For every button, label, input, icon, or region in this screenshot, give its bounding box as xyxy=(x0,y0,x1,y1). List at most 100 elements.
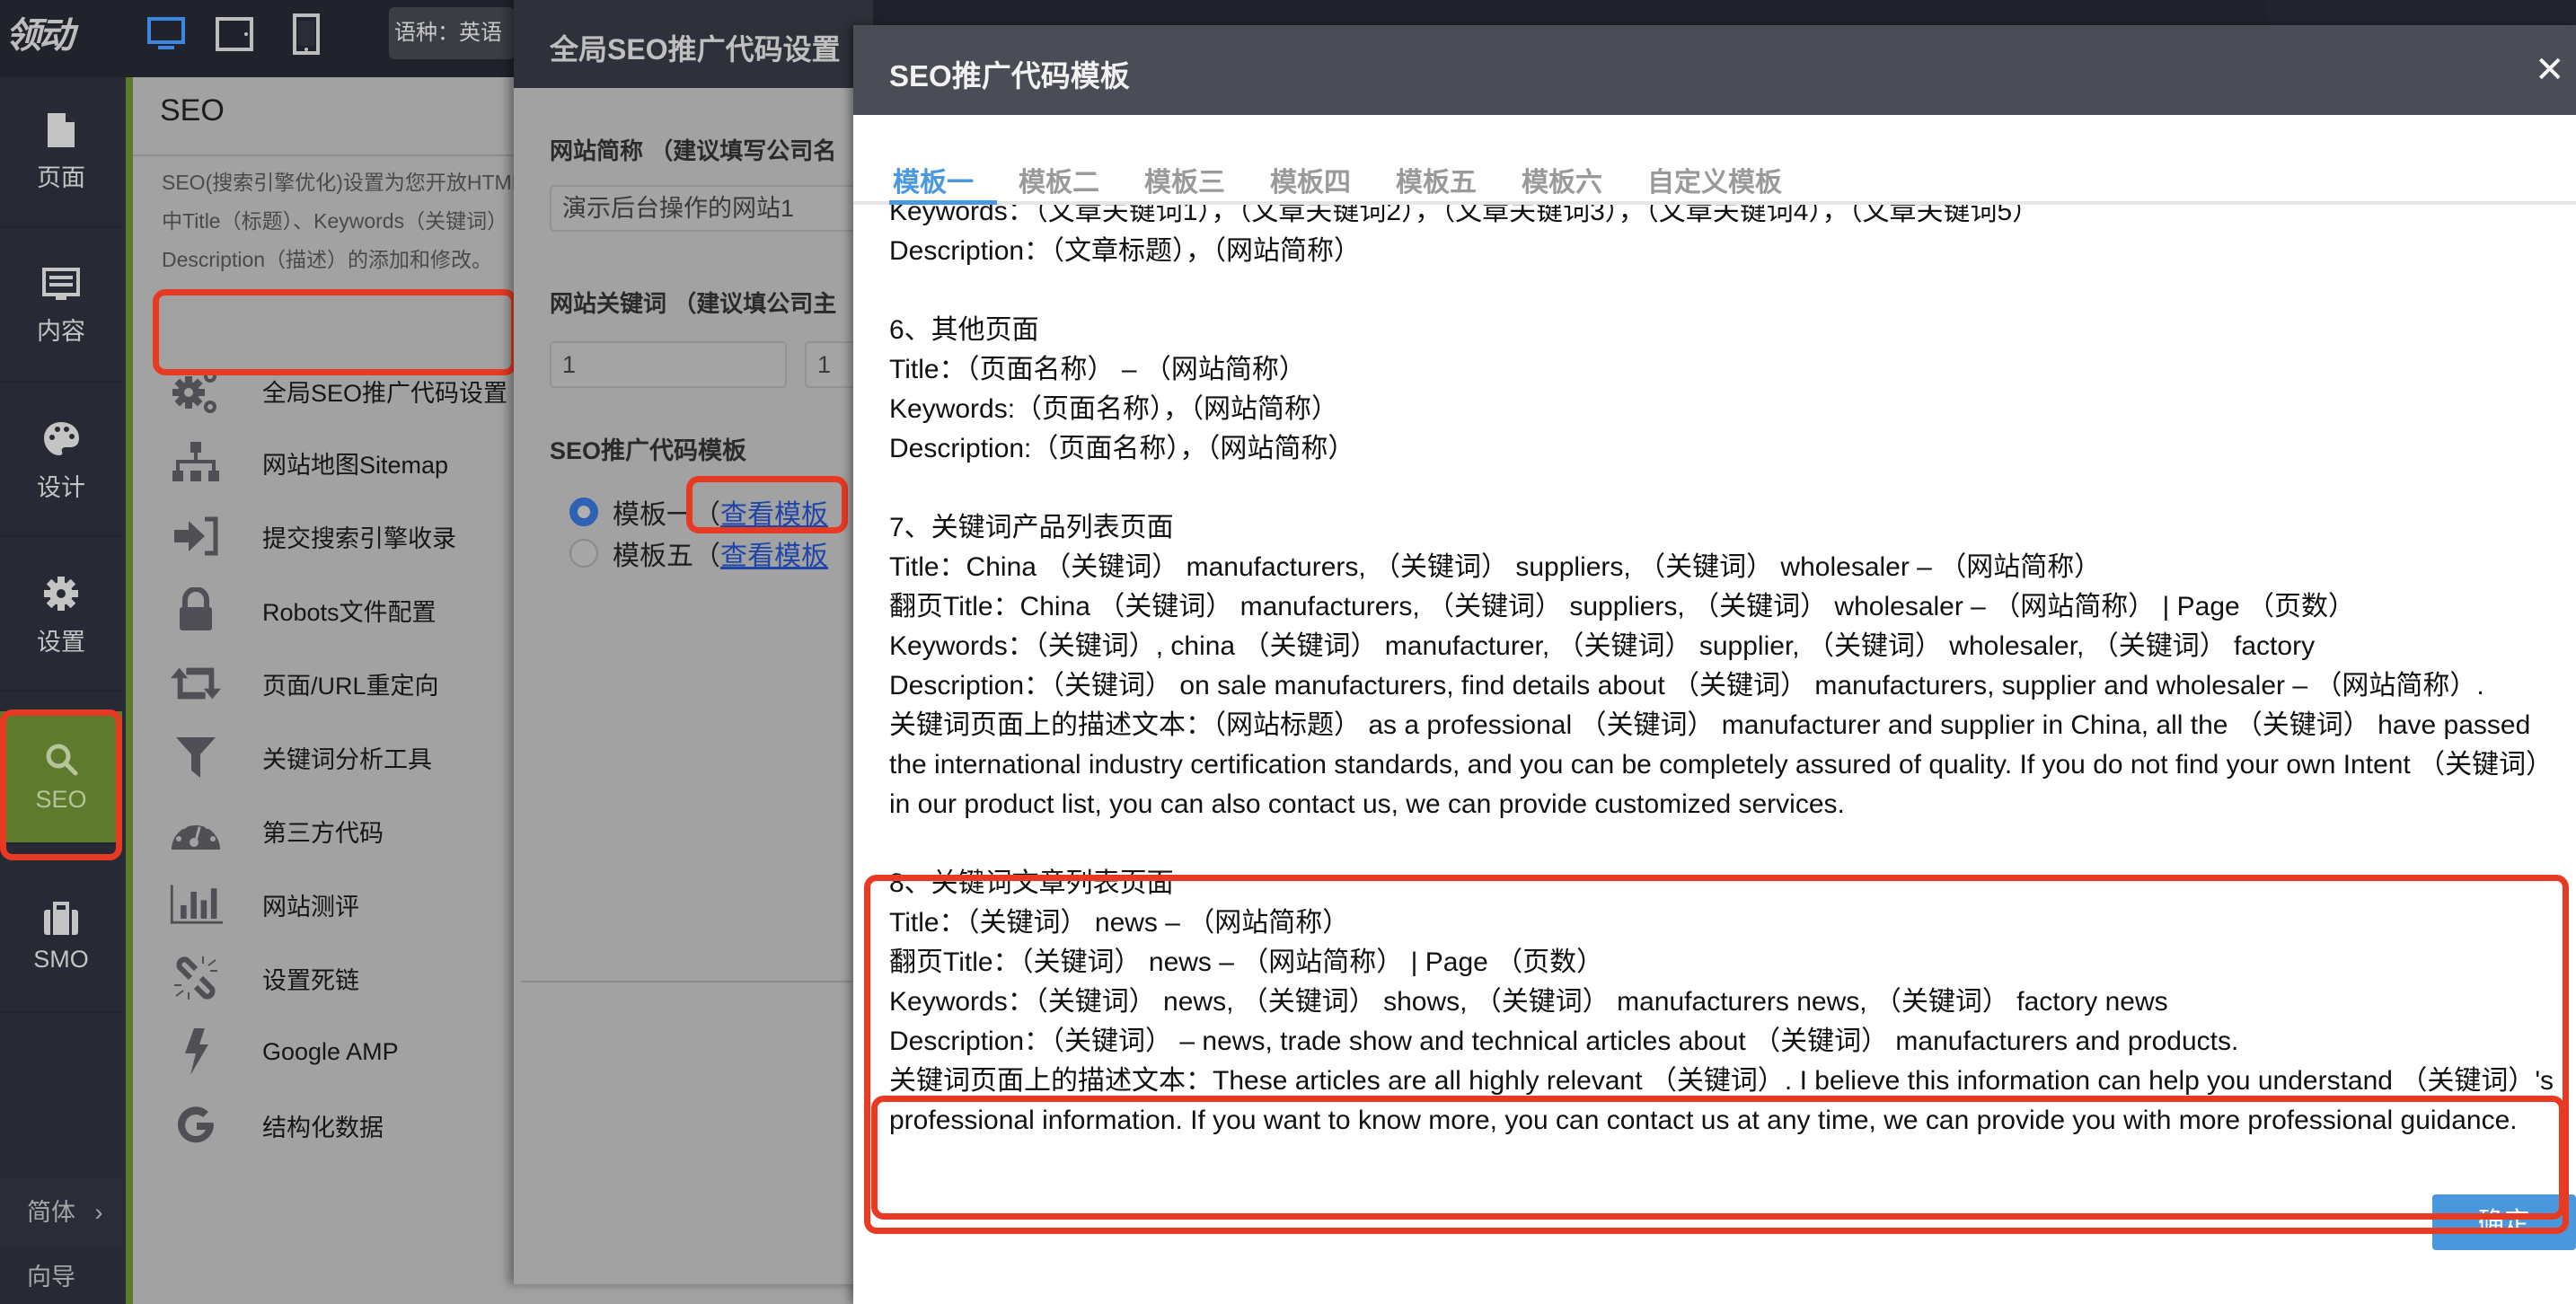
seo-menu-structured-data[interactable]: 结构化数据 xyxy=(169,1097,510,1153)
broken-link-icon xyxy=(169,951,223,1005)
nav-item-label: 内容 xyxy=(37,317,85,345)
language-switch[interactable]: 简体 › xyxy=(0,1178,122,1247)
content-line: 翻页Title：China （关键词） manufacturers, （关键词）… xyxy=(889,592,2356,621)
tablet-view-button[interactable] xyxy=(203,7,266,61)
nav-item-label: SMO xyxy=(33,945,89,973)
tab-template-1[interactable]: 模板一 xyxy=(889,160,977,205)
lightning-icon xyxy=(169,1025,223,1079)
seo-menu-label: 网站测评 xyxy=(262,893,359,921)
tab-custom-template[interactable]: 自定义模板 xyxy=(1644,160,1786,205)
mobile-icon xyxy=(293,13,320,55)
seo-description: SEO(搜索引擎优化)设置为您开放HTML 中Title（标题）、Keyword… xyxy=(162,163,514,279)
paren: （ xyxy=(693,542,720,571)
close-icon[interactable]: ✕ xyxy=(2535,50,2565,90)
template-label: SEO推广代码模板 xyxy=(550,437,747,464)
modal-title: SEO推广代码模板 xyxy=(889,59,1130,93)
description-line: SEO(搜索引擎优化)设置为您开放HTML xyxy=(162,171,514,194)
modal-header: 全局SEO推广代码设置 xyxy=(514,0,873,88)
content-line: Keywords：（文章关键词1），（文章关键词2），（文章关键词3），（文章关… xyxy=(889,205,2040,226)
lock-icon xyxy=(169,583,223,637)
briefcase-icon xyxy=(44,901,78,935)
radio-button[interactable] xyxy=(569,498,598,526)
template-option-5[interactable]: 模板五 （ 查看模板 xyxy=(569,533,828,573)
keyword-input-1[interactable]: 1 xyxy=(550,341,787,388)
gear-icon xyxy=(44,576,78,611)
sitemap-icon xyxy=(169,436,223,489)
seo-menu-third-party[interactable]: 第三方代码 xyxy=(169,803,510,859)
content-line: Description:（页面名称），（网站简称） xyxy=(889,434,1355,463)
content-line: Description：（文章标题），（网站简称） xyxy=(889,236,1362,266)
desktop-icon xyxy=(147,17,185,49)
content-line: Title：（页面名称） – （网站简称） xyxy=(889,355,1306,384)
description-line: 中Title（标题）、Keywords（关键词） xyxy=(162,209,508,233)
content-line: Keywords：（关键词）, china （关键词） manufacturer… xyxy=(889,631,2316,661)
seo-menu-label: 设置死链 xyxy=(262,966,359,994)
desktop-view-button[interactable] xyxy=(135,7,198,61)
nav-item-design[interactable]: 设计 xyxy=(0,386,122,537)
seo-menu-evaluation[interactable]: 网站测评 xyxy=(169,877,510,932)
seo-menu-label: 全局SEO推广代码设置 xyxy=(262,379,508,407)
content-icon xyxy=(42,267,80,300)
nav-item-settings[interactable]: 设置 xyxy=(0,541,122,692)
content-line: Keywords:（页面名称），（网站简称） xyxy=(889,394,1339,424)
seo-menu-robots[interactable]: Robots文件配置 xyxy=(169,582,510,638)
dashboard-icon xyxy=(169,804,223,858)
seo-menu-label: Robots文件配置 xyxy=(262,598,437,626)
content-line: Title：China （关键词） manufacturers, （关键词） s… xyxy=(889,552,2102,582)
template-tabs: 模板一 模板二 模板三 模板四 模板五 模板六 自定义模板 xyxy=(889,160,1823,205)
option-label: 模板一 xyxy=(613,500,693,530)
nav-item-smo[interactable]: SMO xyxy=(0,862,122,1013)
view-template-link[interactable]: 查看模板 xyxy=(720,533,828,573)
google-icon xyxy=(169,1098,223,1152)
tab-template-2[interactable]: 模板二 xyxy=(1015,160,1103,205)
global-seo-modal: 全局SEO推广代码设置 网站简称 （建议填写公司名 演示后台操作的网站1 网站关… xyxy=(514,0,873,1284)
mobile-view-button[interactable] xyxy=(275,7,338,61)
modal-title: 全局SEO推广代码设置 xyxy=(550,33,841,66)
nav-item-label: 设置 xyxy=(37,628,85,656)
seo-menu-label: 第三方代码 xyxy=(262,819,384,847)
keywords-label: 网站关键词 （建议填公司主 xyxy=(550,290,837,317)
language-switch-label: 简体 xyxy=(27,1199,75,1226)
nav-item-content[interactable]: 内容 xyxy=(0,232,122,383)
page-icon xyxy=(48,112,75,147)
content-line: Description：（关键词） on sale manufacturers,… xyxy=(889,671,2484,700)
tab-template-5[interactable]: 模板五 xyxy=(1392,160,1480,205)
description-line: Description（描述）的添加和修改。 xyxy=(162,248,493,271)
site-name-input[interactable]: 演示后台操作的网站1 xyxy=(550,185,873,232)
seo-menu-dead-links[interactable]: 设置死链 xyxy=(169,950,510,1006)
site-name-label: 网站简称 （建议填写公司名 xyxy=(550,137,837,164)
seo-menu-amp[interactable]: Google AMP xyxy=(169,1024,510,1079)
logo: 领动 xyxy=(5,16,75,56)
seo-nav-highlight xyxy=(0,709,122,860)
radio-button[interactable] xyxy=(569,539,598,568)
bar-chart-icon xyxy=(169,877,223,931)
modal-header: SEO推广代码模板 ✕ xyxy=(853,25,2576,115)
seo-menu-submit[interactable]: 提交搜索引擎收录 xyxy=(169,508,510,564)
seo-menu-label: 页面/URL重定向 xyxy=(262,672,439,700)
option-label: 模板五 xyxy=(613,542,693,571)
tablet-icon xyxy=(216,17,253,51)
seo-panel-title: SEO xyxy=(160,93,225,128)
divider xyxy=(133,154,514,156)
seo-menu-label: Google AMP xyxy=(262,1037,399,1065)
language-selector[interactable]: 语种：英语 xyxy=(389,7,515,59)
section-heading: 7、关键词产品列表页面 xyxy=(889,513,1174,542)
seo-menu-sitemap[interactable]: 网站地图Sitemap xyxy=(169,435,510,490)
guide-link[interactable]: 向导 xyxy=(0,1250,122,1304)
tab-template-6[interactable]: 模板六 xyxy=(1518,160,1606,205)
description-highlight xyxy=(871,1096,2565,1220)
palette-icon xyxy=(44,421,79,455)
menu-highlight xyxy=(153,289,517,375)
link-highlight xyxy=(686,476,848,533)
seo-menu-label: 关键词分析工具 xyxy=(262,745,432,773)
tab-template-4[interactable]: 模板四 xyxy=(1266,160,1354,205)
seo-menu-label: 网站地图Sitemap xyxy=(262,451,449,479)
seo-panel: SEO SEO(搜索引擎优化)设置为您开放HTML 中Title（标题）、Key… xyxy=(133,77,514,1304)
retweet-icon xyxy=(169,656,223,710)
section-heading: 6、其他页面 xyxy=(889,315,1039,345)
tab-template-3[interactable]: 模板三 xyxy=(1141,160,1229,205)
nav-item-page[interactable]: 页面 xyxy=(0,77,122,228)
top-right-area xyxy=(2268,0,2576,25)
seo-menu-keyword-tool[interactable]: 关键词分析工具 xyxy=(169,729,510,785)
seo-menu-redirect[interactable]: 页面/URL重定向 xyxy=(169,656,510,711)
